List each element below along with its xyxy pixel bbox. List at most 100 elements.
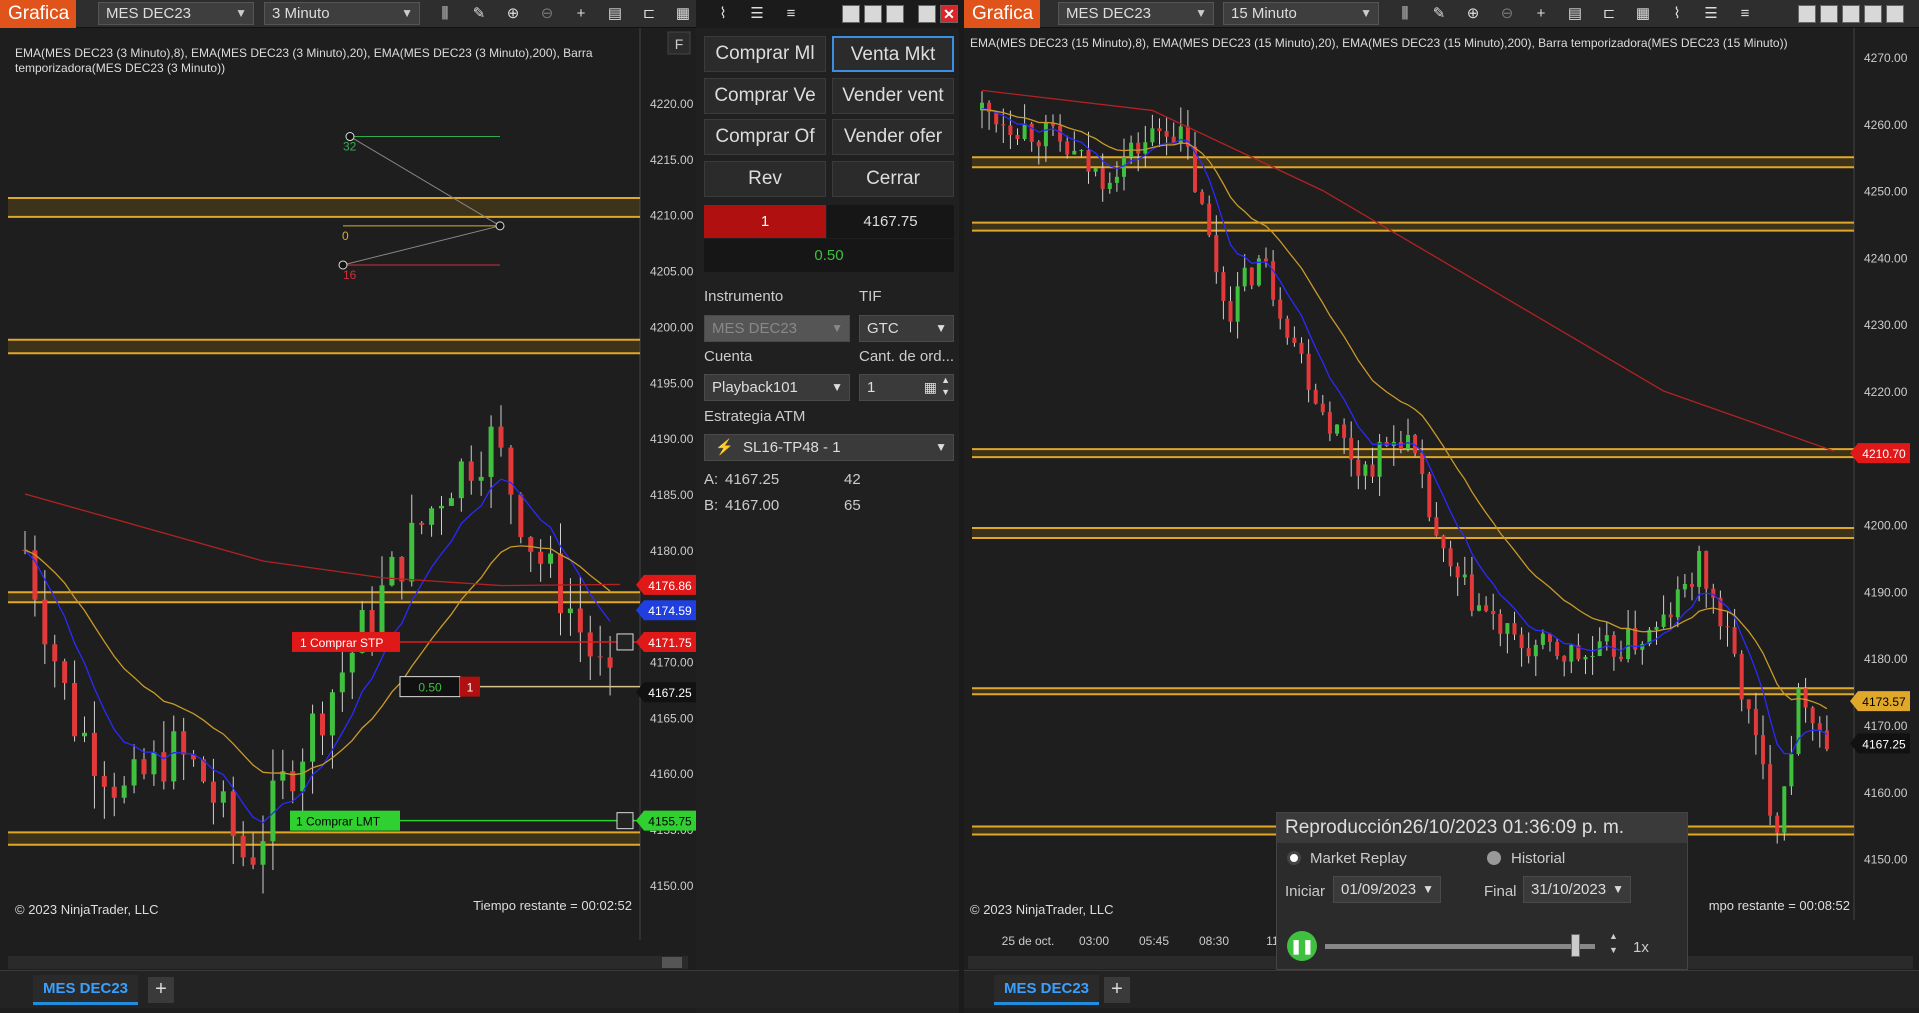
price-tick-label: 4170.00 [1864,719,1908,733]
strategy-icon[interactable]: ▦ [672,4,694,24]
speed-spin-icon[interactable]: ▲ ▼ [1609,929,1618,957]
panel-instrument-select[interactable]: MES DEC23 ▼ [704,315,850,342]
minimize-button[interactable] [1842,5,1860,23]
candle-body [1810,707,1815,724]
chevron-down-icon: ▼ [1422,882,1434,896]
candle-body [1484,605,1489,611]
window-tile-button[interactable] [1798,5,1816,23]
buy-bid-button[interactable]: Comprar Of [704,119,826,155]
sell-ask-button[interactable]: Vender vent [832,78,954,114]
close-position-button[interactable]: Cerrar [832,161,954,197]
candle-body [1235,286,1240,322]
candle-body [439,505,444,509]
market-replay-radio[interactable] [1287,851,1301,865]
candle-body [1654,626,1659,630]
candle-body [1619,656,1623,660]
checklist-icon[interactable]: ☰ [1700,4,1722,24]
maximize-button[interactable] [918,5,936,23]
crosshair-icon[interactable]: + [570,4,592,24]
candle-body [240,835,246,858]
buy-ask-button[interactable]: Comprar Ve [704,78,826,114]
plot-area [8,28,640,940]
candle-body [419,522,425,525]
template-icon[interactable]: ⊏ [638,4,660,24]
indicators-icon[interactable]: ⌇ [1666,4,1688,24]
zoom-out-icon[interactable]: ⊖ [1496,4,1518,24]
sell-market-button[interactable]: Venta Mkt [832,36,954,72]
left-chart-canvas[interactable]: 4220.00 4215.00 4210.00 4205.00 4200.00 4195.… [0,28,696,971]
right-instrument-select[interactable]: MES DEC23 ▼ [1058,2,1214,25]
right-brand[interactable]: Grafica [964,0,1040,28]
entry-ticks-label: 0 [342,229,349,243]
strategy-icon[interactable]: ▦ [1632,4,1654,24]
maximize-button[interactable] [1864,5,1882,23]
list-icon[interactable]: ≡ [1734,4,1756,24]
add-tab-button[interactable]: + [148,977,174,1003]
price-tag-label: 4176.86 [648,579,692,593]
quantity-stepper[interactable]: 1 ▦ ▲ ▼ [859,374,954,401]
candle-body [1661,614,1666,627]
historical-radio[interactable] [1487,851,1501,865]
start-date-select[interactable]: 01/09/2023 ▼ [1333,876,1441,903]
list-icon[interactable]: ≡ [780,4,802,24]
zoom-in-icon[interactable]: ⊕ [1462,4,1484,24]
properties-icon[interactable]: ▤ [604,4,626,24]
left-interval-value: 3 Minuto [272,5,330,22]
price-tag-label: 4167.25 [648,686,692,700]
bars-icon[interactable]: ⫼ [1394,4,1416,24]
zoom-in-icon[interactable]: ⊕ [502,4,524,24]
minimize-button[interactable] [886,5,904,23]
ask-size: 42 [844,471,861,488]
spin-arrows-icon[interactable]: ▲ ▼ [941,374,950,398]
candle-body [1327,412,1332,434]
reverse-button[interactable]: Rev [704,161,826,197]
candle-body [1342,424,1347,438]
close-window-button[interactable]: ✕ [940,5,958,23]
window-tile2-button[interactable] [1820,5,1838,23]
candle-body [1363,464,1368,476]
candle-body [1817,723,1822,731]
pencil-icon[interactable]: ✎ [468,4,490,24]
add-tab-button[interactable]: + [1104,977,1130,1003]
chevron-down-icon: ▼ [1195,6,1207,20]
sell-bid-button[interactable]: Vender ofer [832,119,954,155]
chevron-down-icon: ▼ [831,321,843,335]
price-tick-label: 4150.00 [1864,853,1908,867]
close-window-button[interactable] [1886,5,1904,23]
lightning-icon: ⚡ [715,439,734,456]
tif-select[interactable]: GTC ▼ [859,315,954,342]
crosshair-icon[interactable]: + [1530,4,1552,24]
properties-icon[interactable]: ▤ [1564,4,1586,24]
atm-select[interactable]: ⚡ SL16-TP48 - 1 ▼ [704,434,954,461]
window-tile2-button[interactable] [864,5,882,23]
left-brand[interactable]: Grafica [0,0,76,28]
right-interval-select[interactable]: 15 Minuto ▼ [1223,2,1379,25]
end-date-select[interactable]: 31/10/2023 ▼ [1523,876,1631,903]
indicators-icon[interactable]: ⌇ [712,4,734,24]
candle-body [1015,135,1020,140]
candle-body [42,599,48,645]
price-tick-label: 4240.00 [1864,251,1908,265]
price-tag-label: 4210.70 [1862,447,1906,461]
right-chart-tab[interactable]: MES DEC23 [994,975,1100,1005]
bars-icon[interactable]: ⫼ [434,4,456,24]
playback-slider-handle[interactable] [1571,934,1580,957]
position-pnl-label: 0.50 [418,681,442,695]
account-value: Playback101 [712,379,798,396]
zoom-out-icon[interactable]: ⊖ [536,4,558,24]
account-select[interactable]: Playback101 ▼ [704,374,850,401]
left-interval-select[interactable]: 3 Minuto ▼ [264,2,420,25]
pause-button[interactable]: ❚❚ [1287,931,1317,961]
price-tick-label: 4260.00 [1864,118,1908,132]
checklist-icon[interactable]: ☰ [746,4,768,24]
template-icon[interactable]: ⊏ [1598,4,1620,24]
candle-body [1377,441,1382,477]
left-chart-tab[interactable]: MES DEC23 [33,975,139,1005]
playback-slider[interactable] [1325,944,1595,949]
pencil-icon[interactable]: ✎ [1428,4,1450,24]
calculator-icon[interactable]: ▦ [924,375,937,400]
candle-body [1789,753,1794,787]
window-tile-button[interactable] [842,5,860,23]
left-instrument-select[interactable]: MES DEC23 ▼ [98,2,254,25]
buy-market-button[interactable]: Comprar Ml [704,36,826,72]
